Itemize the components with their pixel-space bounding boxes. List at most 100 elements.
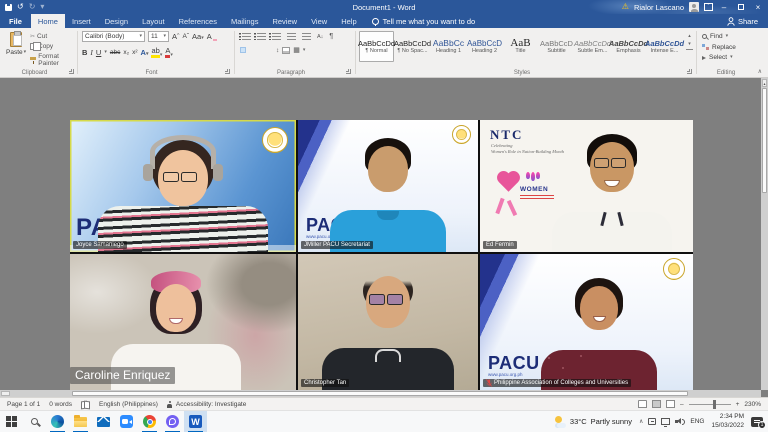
style-subtitle[interactable]: AaBbCcDSubtitle <box>539 31 574 62</box>
paste-button[interactable]: Paste▾ <box>6 32 26 56</box>
format-painter-button[interactable]: Format Painter <box>30 53 77 67</box>
justify-button[interactable] <box>267 47 273 53</box>
style-subtle-emphasis[interactable]: AaBbCcDdSubtle Em... <box>575 31 610 62</box>
tab-layout[interactable]: Layout <box>135 14 172 28</box>
vertical-scroll-thumb[interactable] <box>762 88 767 193</box>
borders-icon[interactable]: ▦ <box>293 46 300 54</box>
volume-icon[interactable] <box>675 418 685 426</box>
styles-dialog-launcher[interactable] <box>687 69 692 74</box>
styles-more-icon[interactable] <box>686 49 693 50</box>
network-icon[interactable] <box>661 418 670 425</box>
page-indicator[interactable]: Page 1 of 1 <box>7 401 40 408</box>
clock[interactable]: 2:34 PM 15/03/2022 <box>711 413 744 429</box>
pilcrow-icon[interactable]: ¶ <box>329 33 333 40</box>
tab-home[interactable]: Home <box>31 14 65 28</box>
print-layout-button[interactable] <box>652 400 661 408</box>
style-normal[interactable]: AaBbCcDd¶ Normal <box>359 31 394 62</box>
tell-me-box[interactable]: Tell me what you want to do <box>372 14 476 28</box>
taskbar-edge[interactable] <box>46 411 69 432</box>
tab-insert[interactable]: Insert <box>65 14 98 28</box>
share-button[interactable]: Share <box>727 14 768 28</box>
user-avatar[interactable] <box>689 2 699 12</box>
taskbar-chrome[interactable] <box>138 411 161 432</box>
paragraph-dialog-launcher[interactable] <box>346 69 351 74</box>
subscript-button[interactable]: x₂ <box>123 49 129 56</box>
tab-references[interactable]: References <box>172 14 224 28</box>
restore-button[interactable] <box>735 3 747 12</box>
save-icon[interactable] <box>5 4 12 11</box>
participant-tile-pacu[interactable]: PACUwww.pacu.org.ph Philippine Associati… <box>480 254 693 390</box>
align-center-button[interactable] <box>249 47 255 53</box>
bullets-icon[interactable] <box>242 33 251 40</box>
underline-button[interactable]: U <box>96 48 101 57</box>
replace-button[interactable]: Replace <box>702 44 736 51</box>
style-heading1[interactable]: AaBbCcHeading 1 <box>431 31 466 62</box>
text-effects-button[interactable]: A▾ <box>141 48 149 57</box>
bold-button[interactable]: B <box>82 48 87 57</box>
find-button[interactable]: Find▾ <box>702 33 736 40</box>
taskbar-search-button[interactable] <box>23 411 46 432</box>
accessibility-status[interactable]: Accessibility: Investigate <box>167 401 246 408</box>
collapse-ribbon-icon[interactable]: ∧ <box>758 68 762 75</box>
participant-tile-joyce[interactable]: PAC Joyce Samaniego <box>70 120 296 252</box>
tray-app-icon[interactable] <box>648 418 656 425</box>
undo-icon[interactable]: ↺ <box>17 3 24 11</box>
scroll-up-button[interactable]: ▴ <box>762 79 767 87</box>
strikethrough-button[interactable]: abc <box>110 49 120 56</box>
minimize-button[interactable]: – <box>718 3 730 12</box>
participant-tile-jmiller[interactable]: PACUwww.pacu.org.ph JMiller PACU Secreta… <box>298 120 478 252</box>
scroll-left-button[interactable] <box>1 391 10 396</box>
highlight-button[interactable]: ab▾ <box>151 46 162 58</box>
participant-tile-christopher[interactable]: Christopher Tan <box>298 254 478 390</box>
cut-button[interactable]: ✂Cut <box>30 33 77 40</box>
clipboard-dialog-launcher[interactable] <box>69 69 74 74</box>
zoom-in-button[interactable]: + <box>736 401 740 408</box>
zoom-slider-thumb[interactable] <box>713 400 716 409</box>
ribbon-display-options-icon[interactable]: ˆ <box>704 3 713 11</box>
font-size-select[interactable]: 11▾ <box>148 31 169 42</box>
style-heading2[interactable]: AaBbCcDHeading 2 <box>467 31 502 62</box>
customize-qat-icon[interactable]: ▾ <box>40 3 44 11</box>
font-color-button[interactable]: A▾ <box>165 46 173 58</box>
start-button[interactable] <box>0 411 23 432</box>
font-family-select[interactable]: Calibri (Body)▾ <box>82 31 145 42</box>
align-right-button[interactable] <box>258 47 264 53</box>
close-button[interactable]: × <box>752 3 764 12</box>
styles-scroll-down-icon[interactable]: ▾ <box>688 41 691 47</box>
style-title[interactable]: AaBTitle <box>503 31 538 62</box>
zoom-slider[interactable] <box>689 404 731 405</box>
align-left-button[interactable] <box>240 47 246 53</box>
hidden-icons-chevron[interactable]: ∧ <box>639 418 643 425</box>
read-mode-button[interactable] <box>638 400 647 408</box>
web-layout-button[interactable] <box>666 400 675 408</box>
word-count[interactable]: 0 words <box>49 401 72 408</box>
taskbar-file-explorer[interactable] <box>69 411 92 432</box>
action-center-icon[interactable]: 1 <box>751 417 763 427</box>
style-emphasis[interactable]: AaBbCcDdEmphasis <box>611 31 646 62</box>
tab-design[interactable]: Design <box>98 14 135 28</box>
style-intense-emphasis[interactable]: AaBbCcDdIntense E... <box>647 31 682 62</box>
tab-mailings[interactable]: Mailings <box>224 14 266 28</box>
taskbar-word-active[interactable]: W <box>184 411 207 432</box>
weather-widget[interactable]: 33°C Partly sunny <box>554 416 632 428</box>
proofing-icon[interactable] <box>81 401 90 407</box>
shrink-font-button[interactable]: Aˇ <box>183 33 190 40</box>
decrease-indent-icon[interactable] <box>287 33 296 40</box>
taskbar-viber[interactable] <box>161 411 184 432</box>
tab-view[interactable]: View <box>304 14 334 28</box>
zoom-level[interactable]: 230% <box>744 401 761 408</box>
horizontal-scroll-thumb[interactable] <box>72 391 688 396</box>
select-button[interactable]: Select▾ <box>702 54 736 61</box>
borders-dropdown-icon[interactable]: ▾ <box>303 48 306 53</box>
superscript-button[interactable]: x² <box>132 49 137 56</box>
zoom-out-button[interactable]: – <box>680 401 684 408</box>
participant-tile-caroline[interactable]: Caroline Enriquez <box>70 254 296 390</box>
line-spacing-icon[interactable]: ↕ <box>276 47 279 54</box>
tab-help[interactable]: Help <box>334 14 363 28</box>
styles-scroll-up-icon[interactable]: ▴ <box>688 33 691 39</box>
multilevel-list-icon[interactable] <box>272 33 281 40</box>
sort-icon[interactable]: A↓ <box>317 34 323 40</box>
increase-indent-icon[interactable] <box>302 33 311 40</box>
clear-formatting-button[interactable]: A <box>207 32 217 41</box>
numbering-icon[interactable] <box>257 33 266 40</box>
